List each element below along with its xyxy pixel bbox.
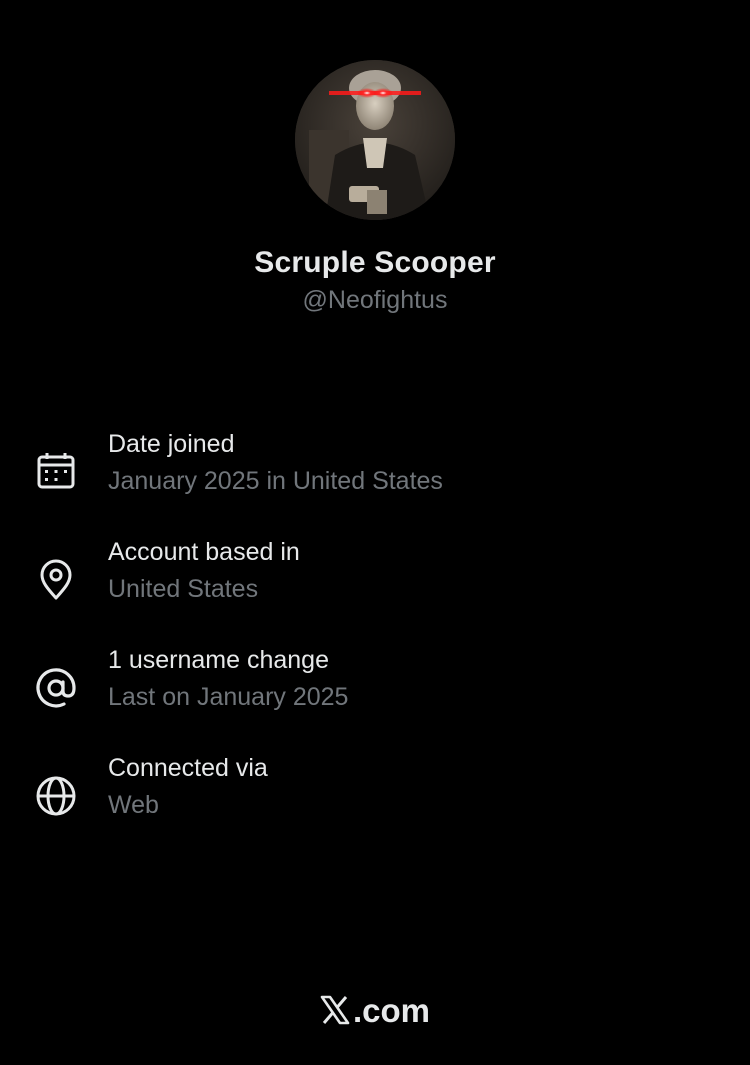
- footer-domain: .com: [352, 991, 431, 1029]
- info-row-account-based-in: Account based in United States: [0, 538, 750, 618]
- info-row-username-change: 1 username change Last on January 2025: [0, 646, 750, 726]
- calendar-icon: [33, 449, 79, 495]
- info-subtitle: Last on January 2025: [108, 683, 349, 711]
- info-title: Date joined: [108, 430, 235, 458]
- avatar[interactable]: [295, 60, 455, 220]
- info-subtitle: January 2025 in United States: [108, 467, 443, 495]
- x-logo-icon: [320, 995, 350, 1025]
- info-row-connected-via: Connected via Web: [0, 754, 750, 834]
- display-name: Scruple Scooper: [254, 246, 496, 279]
- portrait-avatar-icon: [295, 60, 455, 220]
- globe-icon: [33, 773, 79, 819]
- info-subtitle: Web: [108, 791, 159, 819]
- location-pin-icon: [33, 557, 79, 603]
- info-subtitle: United States: [108, 575, 259, 603]
- footer-brand[interactable]: .com: [0, 986, 750, 1034]
- username-handle: @Neofightus: [302, 286, 448, 314]
- info-title: 1 username change: [108, 646, 329, 674]
- info-row-date-joined: Date joined January 2025 in United State…: [0, 430, 750, 510]
- info-title: Account based in: [108, 538, 300, 566]
- at-sign-icon: [33, 665, 79, 711]
- info-title: Connected via: [108, 754, 268, 782]
